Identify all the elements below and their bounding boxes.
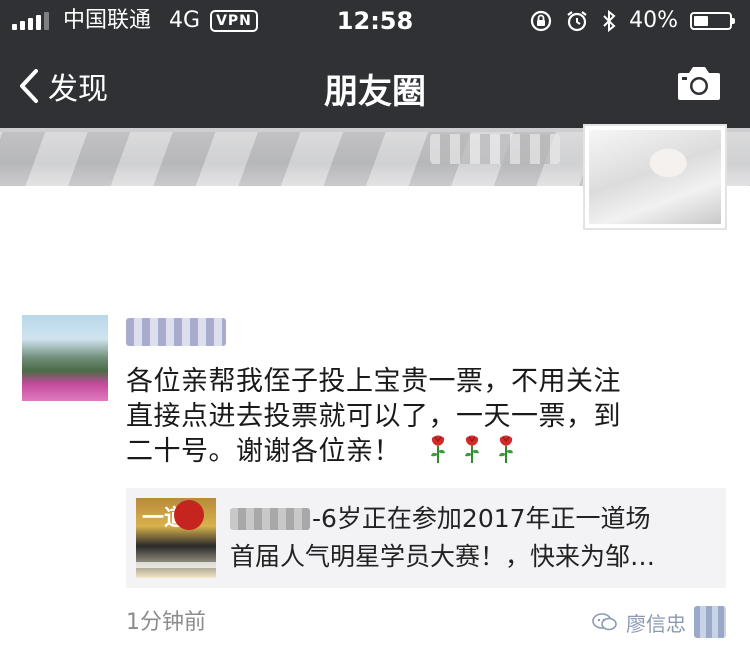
watermark-blurred-box <box>694 606 726 638</box>
rose-emoji-group <box>428 434 516 464</box>
alarm-icon <box>567 11 587 32</box>
rose-icon <box>431 435 446 463</box>
blurred-owner-name <box>430 134 560 164</box>
rose-icon <box>499 435 514 463</box>
link-title-line-1-text: -6岁正在参加2017年正一道场 <box>312 504 651 533</box>
watermark-text: 廖信忠 <box>626 611 686 636</box>
status-bar: 中国联通 4G VPN 12:58 40% <box>0 0 750 42</box>
blurred-name <box>230 508 310 530</box>
post-text: 各位亲帮我侄子投上宝贵一票，不用关注 直接点进去投票就可以了，一天一票，到 二十… <box>126 364 706 469</box>
lock-rotation-icon <box>530 10 552 32</box>
post-text-line-3: 二十号。谢谢各位亲！ <box>126 434 706 469</box>
link-thumbnail-seal <box>174 500 204 530</box>
battery-fill <box>694 16 708 26</box>
wechat-channel-icon <box>592 613 617 631</box>
poster-avatar[interactable] <box>22 315 108 401</box>
camera-icon[interactable] <box>676 64 722 102</box>
owner-avatar[interactable] <box>583 124 727 230</box>
nav-bar: 发现 朋友圈 <box>0 42 750 128</box>
header-bar: 中国联通 4G VPN 12:58 40% 发现 朋友圈 <box>0 0 750 128</box>
bluetooth-icon <box>603 9 616 33</box>
rose-icon <box>465 435 480 463</box>
battery-icon <box>690 12 735 30</box>
link-title: -6岁正在参加2017年正一道场 首届人气明星学员大赛！，快来为邹… <box>230 500 716 576</box>
post-text-line-2: 直接点进去投票就可以了，一天一票，到 <box>126 401 621 432</box>
link-title-line-1: -6岁正在参加2017年正一道场 <box>230 504 651 533</box>
status-right: 40% <box>529 0 735 42</box>
post-text-line-3-text: 二十号。谢谢各位亲！ <box>126 436 401 467</box>
link-title-line-2: 首届人气明星学员大赛！，快来为邹… <box>230 542 656 571</box>
link-thumbnail-band <box>136 562 216 568</box>
owner-avatar-image <box>589 130 721 224</box>
post-timestamp: 1分钟前 <box>126 610 206 635</box>
poster-name-blurred[interactable] <box>126 318 226 346</box>
page-title: 朋友圈 <box>324 72 426 112</box>
battery-percent: 40% <box>629 8 678 33</box>
watermark: 廖信忠 <box>592 606 726 638</box>
shared-link-card[interactable]: 一道 -6岁正在参加2017年正一道场 首届人气明星学员大赛！，快来为邹… <box>126 488 726 588</box>
post-text-line-1: 各位亲帮我侄子投上宝贵一票，不用关注 <box>126 366 621 397</box>
link-thumbnail: 一道 <box>136 498 216 578</box>
